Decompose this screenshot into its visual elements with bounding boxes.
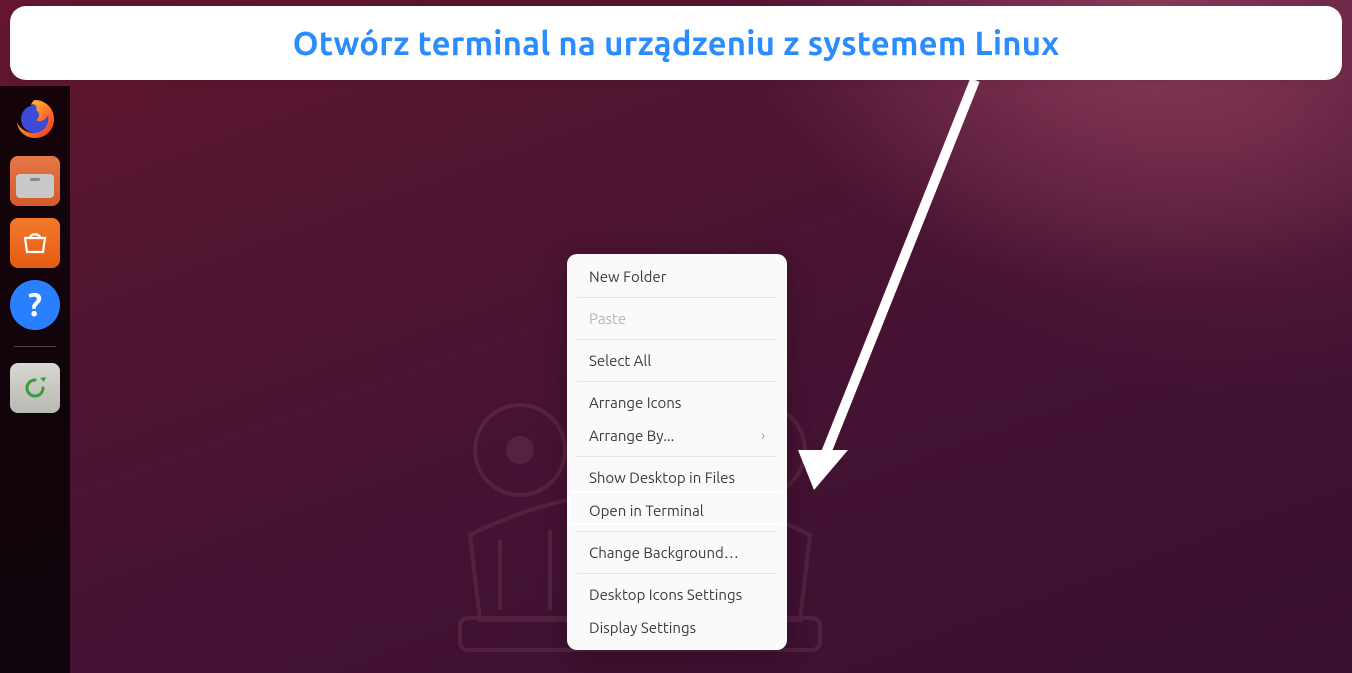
menu-open-in-terminal[interactable]: Open in Terminal [567, 494, 787, 527]
annotation-title: Otwórz terminal na urządzeniu z systemem… [293, 25, 1060, 62]
desktop-context-menu: New Folder Paste Select All Arrange Icon… [567, 254, 787, 650]
menu-separator [577, 381, 777, 382]
menu-item-label: Desktop Icons Settings [589, 586, 742, 603]
menu-show-desktop-in-files[interactable]: Show Desktop in Files [567, 461, 787, 494]
menu-item-label: Paste [589, 310, 626, 327]
menu-item-label: Open in Terminal [589, 502, 704, 519]
menu-item-label: Arrange Icons [589, 394, 681, 411]
menu-separator [577, 297, 777, 298]
ubuntu-software-icon[interactable] [10, 218, 60, 268]
menu-item-label: Change Background… [589, 544, 739, 561]
menu-item-label: Select All [589, 352, 651, 369]
annotation-banner: Otwórz terminal na urządzeniu z systemem… [10, 6, 1342, 80]
menu-separator [577, 573, 777, 574]
menu-separator [577, 456, 777, 457]
menu-separator [577, 339, 777, 340]
chevron-right-icon: › [761, 429, 765, 443]
menu-new-folder[interactable]: New Folder [567, 260, 787, 293]
menu-arrange-by[interactable]: Arrange By... › [567, 419, 787, 452]
menu-paste: Paste [567, 302, 787, 335]
dock-separator [14, 346, 56, 347]
help-icon[interactable]: ? [10, 280, 60, 330]
menu-item-label: Display Settings [589, 619, 696, 636]
menu-separator [577, 531, 777, 532]
menu-select-all[interactable]: Select All [567, 344, 787, 377]
menu-item-label: Show Desktop in Files [589, 469, 735, 486]
menu-change-background[interactable]: Change Background… [567, 536, 787, 569]
dock: ? [0, 86, 70, 673]
menu-item-label: New Folder [589, 268, 666, 285]
files-icon[interactable] [10, 156, 60, 206]
menu-display-settings[interactable]: Display Settings [567, 611, 787, 644]
trash-icon[interactable] [10, 363, 60, 413]
firefox-icon[interactable] [10, 94, 60, 144]
menu-item-label: Arrange By... [589, 427, 674, 444]
menu-arrange-icons[interactable]: Arrange Icons [567, 386, 787, 419]
menu-desktop-icons-settings[interactable]: Desktop Icons Settings [567, 578, 787, 611]
